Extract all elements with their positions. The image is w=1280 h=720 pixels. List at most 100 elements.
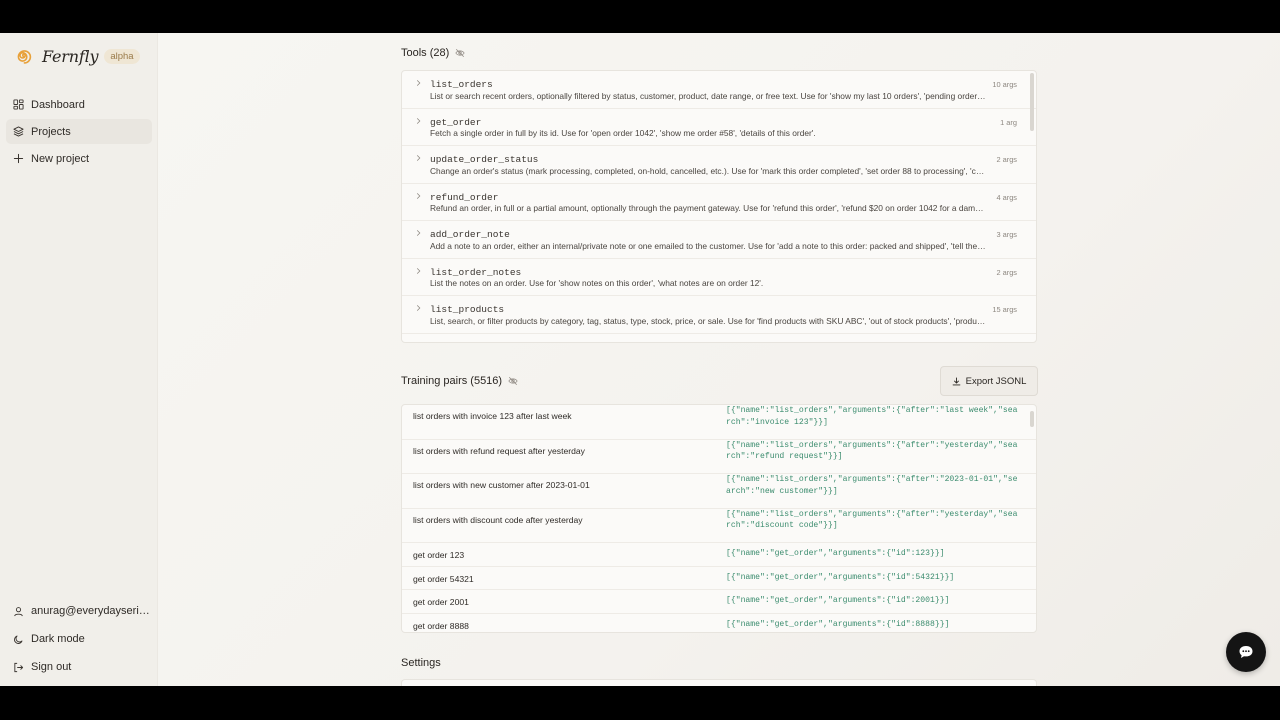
pair-answer: [{"name":"get_order","arguments":{"id":2… xyxy=(726,596,950,605)
eye-off-icon[interactable] xyxy=(508,376,518,386)
pair-answer: [{"name":"get_order","arguments":{"id":8… xyxy=(726,619,950,629)
training-pair-row[interactable]: list orders with refund request after ye… xyxy=(402,440,1036,474)
brand[interactable]: Fernfly alpha xyxy=(14,46,140,66)
chevron-right-icon xyxy=(416,117,421,124)
nav-label-dashboard: Dashboard xyxy=(31,98,85,111)
pair-answer: [{"name":"list_orders","arguments":{"aft… xyxy=(726,440,1018,462)
pair-query: get order 2001 xyxy=(413,597,469,607)
training-pairs-list[interactable]: list orders with invoice 123 after last … xyxy=(401,404,1037,633)
export-label: Export JSONL xyxy=(965,375,1027,387)
tool-name: list_order_notes xyxy=(430,266,522,278)
settings-title: Settings xyxy=(401,657,441,669)
brand-name: Fernfly xyxy=(42,46,99,66)
pair-answer: [{"name":"get_order","arguments":{"id":1… xyxy=(726,549,945,558)
chevron-right-icon xyxy=(416,155,421,161)
user-email: anurag@everydayserie... xyxy=(31,605,152,617)
nav-item-projects[interactable]: Projects xyxy=(6,119,152,144)
training-pair-row[interactable]: list orders with discount code after yes… xyxy=(402,509,1036,543)
training-pair-row[interactable]: get order 123 [{"name":"get_order","argu… xyxy=(402,543,1036,567)
pair-query: list orders with discount code after yes… xyxy=(413,514,583,525)
tool-args-count: 15 args xyxy=(992,305,1017,314)
pair-answer: [{"name":"get_order","arguments":{"id":5… xyxy=(726,572,955,582)
training-heading: Training pairs (5516) xyxy=(401,375,518,387)
pair-query: list orders with invoice 123 after last … xyxy=(413,411,572,421)
training-pair-row[interactable]: get order 54321 [{"name":"get_order","ar… xyxy=(402,567,1036,590)
nav-item-new-project[interactable]: New project xyxy=(6,146,152,171)
tool-name: get_order xyxy=(430,116,482,128)
tool-row[interactable]: update_order_status 2 args Change an ord… xyxy=(402,146,1036,184)
tool-name: update_order_status xyxy=(430,154,539,165)
tool-row[interactable]: add_order_note 3 args Add a note to an o… xyxy=(402,221,1036,259)
training-pair-row[interactable]: list orders with invoice 123 after last … xyxy=(402,405,1036,440)
eye-off-icon[interactable] xyxy=(455,48,465,58)
pair-query: list orders with refund request after ye… xyxy=(413,445,585,456)
tool-name: refund_order xyxy=(430,191,499,203)
account-item[interactable]: anurag@everydayserie... xyxy=(6,598,152,624)
tool-args-count: 4 args xyxy=(996,192,1017,202)
plus-icon xyxy=(13,153,24,164)
tool-args-count: 3 args xyxy=(996,230,1017,239)
tools-scrollbar[interactable] xyxy=(1030,73,1034,131)
pair-answer: [{"name":"list_orders","arguments":{"aft… xyxy=(726,475,1018,496)
app-window: Fernfly alpha Dashboard Projects New pro… xyxy=(0,33,1280,686)
tool-description: Add a note to an order, either an intern… xyxy=(430,240,987,251)
main-content: Tools (28) list_orders 10 args List or s… xyxy=(158,33,1280,686)
nav-label-new-project: New project xyxy=(31,152,90,165)
dashboard-icon xyxy=(13,99,24,110)
chevron-right-icon xyxy=(416,267,421,274)
pair-answer: [{"name":"list_orders","arguments":{"aft… xyxy=(726,406,1018,427)
main-nav: Dashboard Projects New project xyxy=(6,92,152,173)
tool-name: add_order_note xyxy=(430,229,510,240)
nav-label-projects: Projects xyxy=(31,125,71,138)
user-icon xyxy=(14,606,23,616)
pair-query: get order 123 xyxy=(413,550,465,560)
chat-bubble-icon xyxy=(1239,646,1253,658)
dark-mode-toggle[interactable]: Dark mode xyxy=(6,626,152,652)
chevron-right-icon xyxy=(416,230,421,236)
training-scrollbar[interactable] xyxy=(1030,411,1034,427)
tool-row[interactable]: list_order_notes 2 args List the notes o… xyxy=(402,259,1036,296)
chevron-right-icon xyxy=(416,80,421,86)
tools-title: Tools (28) xyxy=(401,47,450,59)
nav-item-dashboard[interactable]: Dashboard xyxy=(6,92,152,117)
tool-description: Fetch a single order in full by its id. … xyxy=(430,128,816,138)
tools-heading: Tools (28) xyxy=(401,47,465,59)
chevron-right-icon xyxy=(416,192,421,199)
spiral-logo-icon xyxy=(17,50,32,64)
settings-heading: Settings xyxy=(401,657,441,669)
sign-out-button[interactable]: Sign out xyxy=(6,654,152,680)
sign-out-icon xyxy=(14,662,24,672)
alpha-badge: alpha xyxy=(104,48,140,64)
tool-args-count: 10 args xyxy=(992,80,1017,89)
sidebar: Fernfly alpha Dashboard Projects New pro… xyxy=(0,33,158,686)
tool-description: List the notes on an order. Use for 'sho… xyxy=(430,278,764,288)
tool-row[interactable]: list_orders 10 args List or search recen… xyxy=(402,71,1036,109)
tool-name: list_orders xyxy=(430,79,493,90)
training-pair-row[interactable]: get order 2001 [{"name":"get_order","arg… xyxy=(402,590,1036,614)
tool-description: Refund an order, in full or a partial am… xyxy=(430,203,987,213)
training-title: Training pairs (5516) xyxy=(401,375,503,387)
export-jsonl-button[interactable]: Export JSONL xyxy=(940,366,1038,396)
training-pair-row[interactable]: list orders with new customer after 2023… xyxy=(402,474,1036,509)
tool-description: List, search, or filter products by cate… xyxy=(430,315,987,326)
tool-name: list_products xyxy=(430,304,505,315)
download-icon xyxy=(952,376,961,385)
pair-query: get order 8888 xyxy=(413,620,469,631)
tool-args-count: 2 args xyxy=(996,267,1017,277)
training-pair-row[interactable]: get order 8888 [{"name":"get_order","arg… xyxy=(402,614,1036,633)
dark-mode-label: Dark mode xyxy=(31,633,85,645)
moon-icon xyxy=(14,635,23,644)
sign-out-label: Sign out xyxy=(31,661,72,673)
tool-args-count: 2 args xyxy=(996,155,1017,164)
settings-panel xyxy=(401,679,1037,686)
tools-list[interactable]: list_orders 10 args List or search recen… xyxy=(401,70,1037,343)
tool-description: Change an order's status (mark processin… xyxy=(430,165,987,176)
chevron-right-icon xyxy=(416,305,421,311)
tool-row[interactable]: get_order 1 arg Fetch a single order in … xyxy=(402,109,1036,146)
tool-args-count: 1 arg xyxy=(1000,117,1017,127)
tool-row[interactable]: list_products 15 args List, search, or f… xyxy=(402,296,1036,334)
tool-row[interactable]: refund_order 4 args Refund an order, in … xyxy=(402,184,1036,221)
chat-button[interactable] xyxy=(1226,632,1266,672)
layers-icon xyxy=(13,126,24,137)
pair-query: list orders with new customer after 2023… xyxy=(413,480,590,490)
